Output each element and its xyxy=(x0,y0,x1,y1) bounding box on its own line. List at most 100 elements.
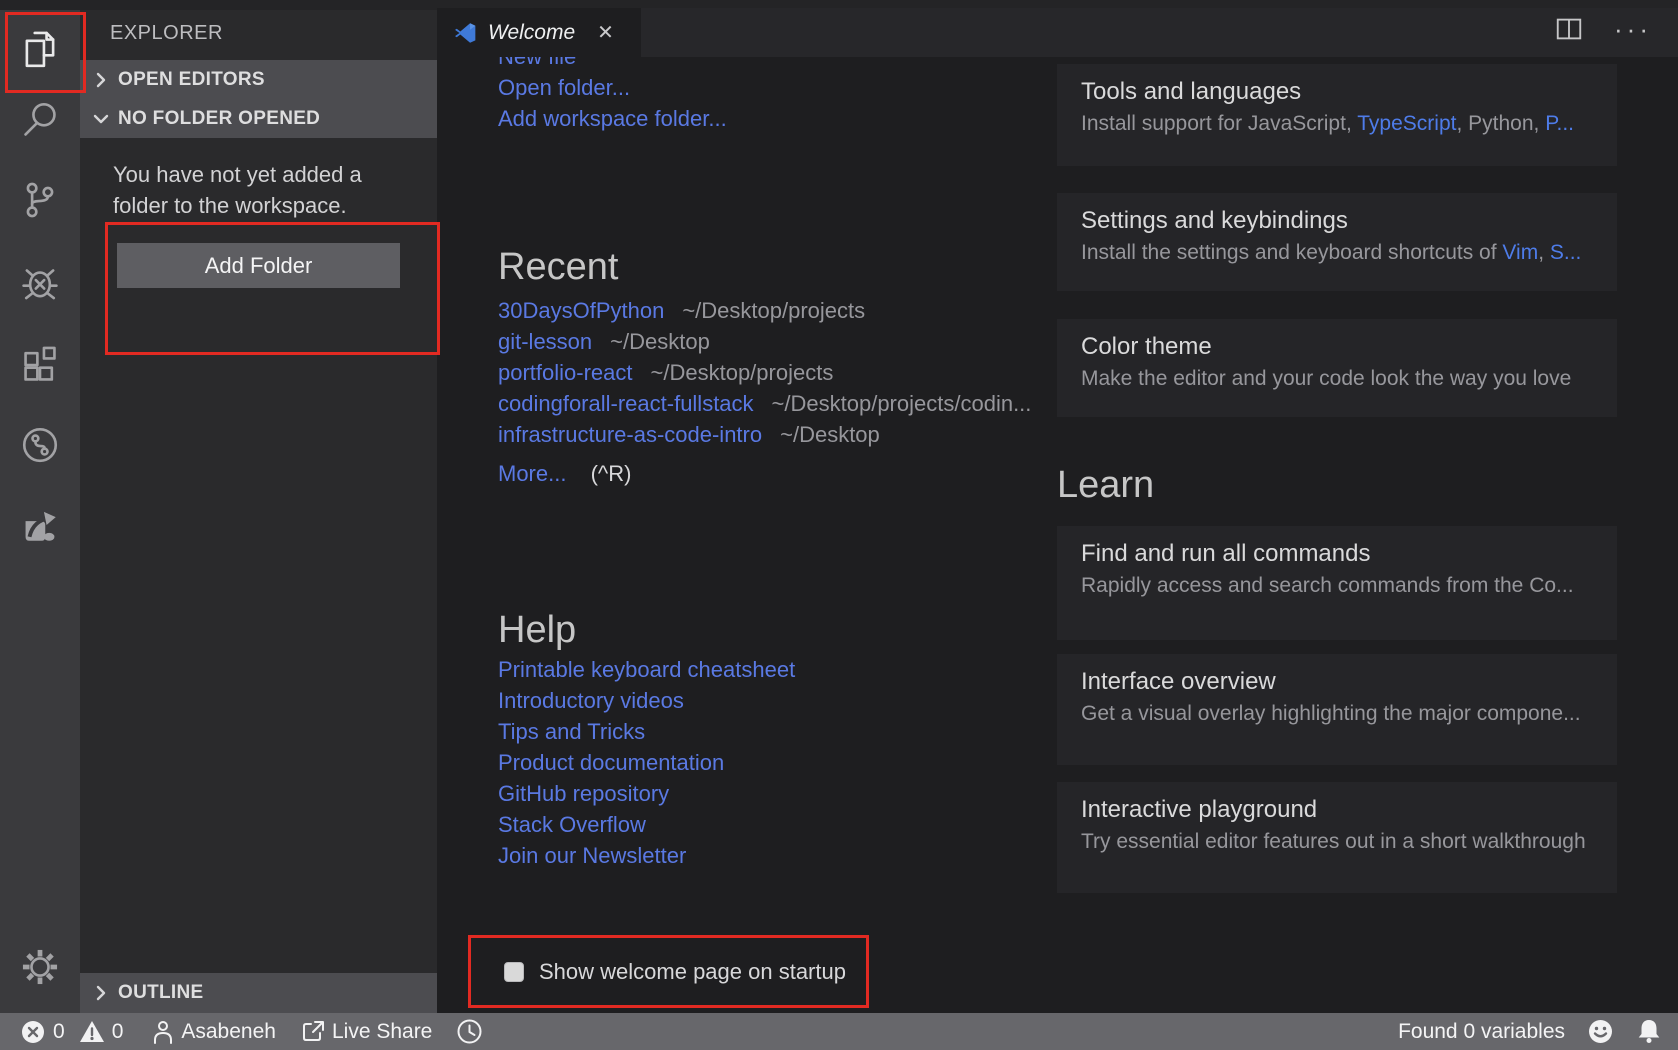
settings-gear-icon[interactable] xyxy=(19,946,61,988)
help-link-newsletter[interactable]: Join our Newsletter xyxy=(498,843,686,868)
smiley-icon xyxy=(1587,1018,1614,1045)
recent-link[interactable]: 30DaysOfPython xyxy=(498,298,664,323)
add-folder-button[interactable]: Add Folder xyxy=(117,243,400,288)
live-share-label: Live Share xyxy=(332,1020,432,1044)
live-share-icon[interactable] xyxy=(19,424,61,466)
share-arrow-icon[interactable] xyxy=(19,504,61,546)
sublime-link[interactable]: S... xyxy=(1550,241,1582,264)
help-link-docs[interactable]: Product documentation xyxy=(498,750,724,775)
card-settings-and-keybindings[interactable]: Settings and keybindings Install the set… xyxy=(1057,193,1617,291)
status-bar-right: Found 0 variables xyxy=(1376,1018,1662,1045)
card-description: Get a visual overlay highlighting the ma… xyxy=(1081,699,1593,729)
add-workspace-folder-link[interactable]: Add workspace folder... xyxy=(498,106,727,131)
live-share-export-icon xyxy=(300,1019,326,1045)
person-icon xyxy=(151,1019,175,1045)
recent-link[interactable]: git-lesson xyxy=(498,329,592,354)
recent-item: git-lesson ~/Desktop xyxy=(498,326,1031,357)
more-link[interactable]: More... xyxy=(498,461,566,486)
help-link-stackoverflow[interactable]: Stack Overflow xyxy=(498,812,646,837)
card-interactive-playground[interactable]: Interactive playground Try essential edi… xyxy=(1057,782,1617,893)
typescript-link[interactable]: TypeScript xyxy=(1357,112,1456,135)
card-title: Color theme xyxy=(1081,332,1593,362)
chevron-right-icon xyxy=(91,983,111,1003)
recent-item: codingforall-react-fullstack ~/Desktop/pr… xyxy=(498,388,1031,419)
card-title: Interface overview xyxy=(1081,667,1593,697)
php-link[interactable]: P... xyxy=(1545,112,1574,135)
recent-heading: Recent xyxy=(498,245,618,289)
recent-link[interactable]: codingforall-react-fullstack xyxy=(498,391,754,416)
open-folder-link[interactable]: Open folder... xyxy=(498,75,630,100)
notifications-status[interactable] xyxy=(1636,1018,1662,1045)
source-control-icon[interactable] xyxy=(19,179,61,221)
card-find-run-commands[interactable]: Find and run all commands Rapidly access… xyxy=(1057,526,1617,640)
vscode-logo-icon xyxy=(453,20,479,46)
help-heading: Help xyxy=(498,608,576,652)
clock-icon xyxy=(456,1018,483,1045)
split-editor-icon[interactable] xyxy=(1554,14,1584,44)
recent-item: portfolio-react~/Desktop/projects xyxy=(498,357,1031,388)
section-open-editors[interactable]: OPEN EDITORS xyxy=(80,60,437,99)
help-link-github[interactable]: GitHub repository xyxy=(498,781,669,806)
live-share-status[interactable]: Live Share xyxy=(300,1019,432,1045)
vscode-window: EXPLORER OPEN EDITORS NO FOLDER OPENED Y… xyxy=(0,0,1678,1050)
more-shortcut: (^R) xyxy=(591,461,632,486)
recent-link[interactable]: infrastructure-as-code-intro xyxy=(498,422,762,447)
recent-list: 30DaysOfPython~/Desktop/projects git-les… xyxy=(498,295,1031,450)
tab-title: Welcome xyxy=(488,21,575,45)
bell-icon xyxy=(1636,1018,1662,1045)
tab-welcome[interactable]: Welcome ✕ xyxy=(437,8,641,57)
start-links: New file Open folder... Add workspace fo… xyxy=(498,57,727,134)
show-welcome-checkbox[interactable] xyxy=(504,962,524,982)
sidebar-title: EXPLORER xyxy=(110,22,223,45)
card-title: Tools and languages xyxy=(1081,77,1593,107)
welcome-page: New file Open folder... Add workspace fo… xyxy=(437,57,1678,1013)
warning-count: 0 xyxy=(112,1020,124,1044)
search-icon[interactable] xyxy=(19,99,61,141)
learn-heading: Learn xyxy=(1057,463,1154,507)
section-no-folder-opened[interactable]: NO FOLDER OPENED xyxy=(80,99,437,138)
card-description: Install support for JavaScript, TypeScri… xyxy=(1081,109,1593,139)
problems-status[interactable]: 0 0 xyxy=(20,1019,123,1045)
card-title: Find and run all commands xyxy=(1081,539,1593,569)
editor-group: Welcome ✕ ··· New file Open folder... Ad… xyxy=(437,0,1678,1013)
card-description: Try essential editor features out in a s… xyxy=(1081,827,1593,857)
help-links: Printable keyboard cheatsheet Introducto… xyxy=(498,654,795,871)
vim-link[interactable]: Vim xyxy=(1502,241,1538,264)
card-color-theme[interactable]: Color theme Make the editor and your cod… xyxy=(1057,319,1617,417)
found-variables-status[interactable]: Found 0 variables xyxy=(1398,1020,1565,1044)
more-actions-icon[interactable]: ··· xyxy=(1614,19,1652,39)
card-tools-and-languages[interactable]: Tools and languages Install support for … xyxy=(1057,64,1617,166)
section-label: NO FOLDER OPENED xyxy=(118,108,320,130)
feedback-status[interactable] xyxy=(1587,1018,1614,1045)
card-description: Make the editor and your code look the w… xyxy=(1081,364,1593,394)
debug-icon[interactable] xyxy=(19,262,61,304)
section-outline[interactable]: OUTLINE xyxy=(80,973,437,1013)
recent-path: ~/Desktop/projects/codin... xyxy=(772,391,1032,416)
clock-status[interactable] xyxy=(456,1018,483,1045)
status-bar: 0 0 Asabeneh Live Share Found 0 variable… xyxy=(0,1013,1678,1050)
chevron-down-icon xyxy=(91,109,111,129)
card-description: Rapidly access and search commands from … xyxy=(1081,571,1593,601)
card-description: Install the settings and keyboard shortc… xyxy=(1081,238,1593,268)
help-link-cheatsheet[interactable]: Printable keyboard cheatsheet xyxy=(498,657,795,682)
tab-close-icon[interactable]: ✕ xyxy=(597,20,614,45)
empty-workspace-message: You have not yet added a folder to the w… xyxy=(113,159,362,221)
extensions-icon[interactable] xyxy=(19,344,61,386)
status-bar-left: 0 0 Asabeneh Live Share xyxy=(20,1018,507,1045)
help-link-videos[interactable]: Introductory videos xyxy=(498,688,684,713)
recent-path: ~/Desktop xyxy=(780,422,880,447)
account-status[interactable]: Asabeneh xyxy=(151,1019,276,1045)
card-interface-overview[interactable]: Interface overview Get a visual overlay … xyxy=(1057,654,1617,765)
recent-path: ~/Desktop xyxy=(610,329,710,354)
startup-checkbox-label: Show welcome page on startup xyxy=(539,959,846,985)
new-file-link[interactable]: New file xyxy=(498,57,576,69)
tab-bar: Welcome ✕ ··· xyxy=(437,0,1678,57)
error-count: 0 xyxy=(53,1020,65,1044)
card-title: Interactive playground xyxy=(1081,795,1593,825)
explorer-sidebar: EXPLORER OPEN EDITORS NO FOLDER OPENED Y… xyxy=(80,10,437,1013)
recent-item: infrastructure-as-code-intro ~/Desktop xyxy=(498,419,1031,450)
editor-actions: ··· xyxy=(1554,0,1678,57)
help-link-tips[interactable]: Tips and Tricks xyxy=(498,719,645,744)
recent-link[interactable]: portfolio-react xyxy=(498,360,633,385)
explorer-icon[interactable] xyxy=(19,29,61,71)
